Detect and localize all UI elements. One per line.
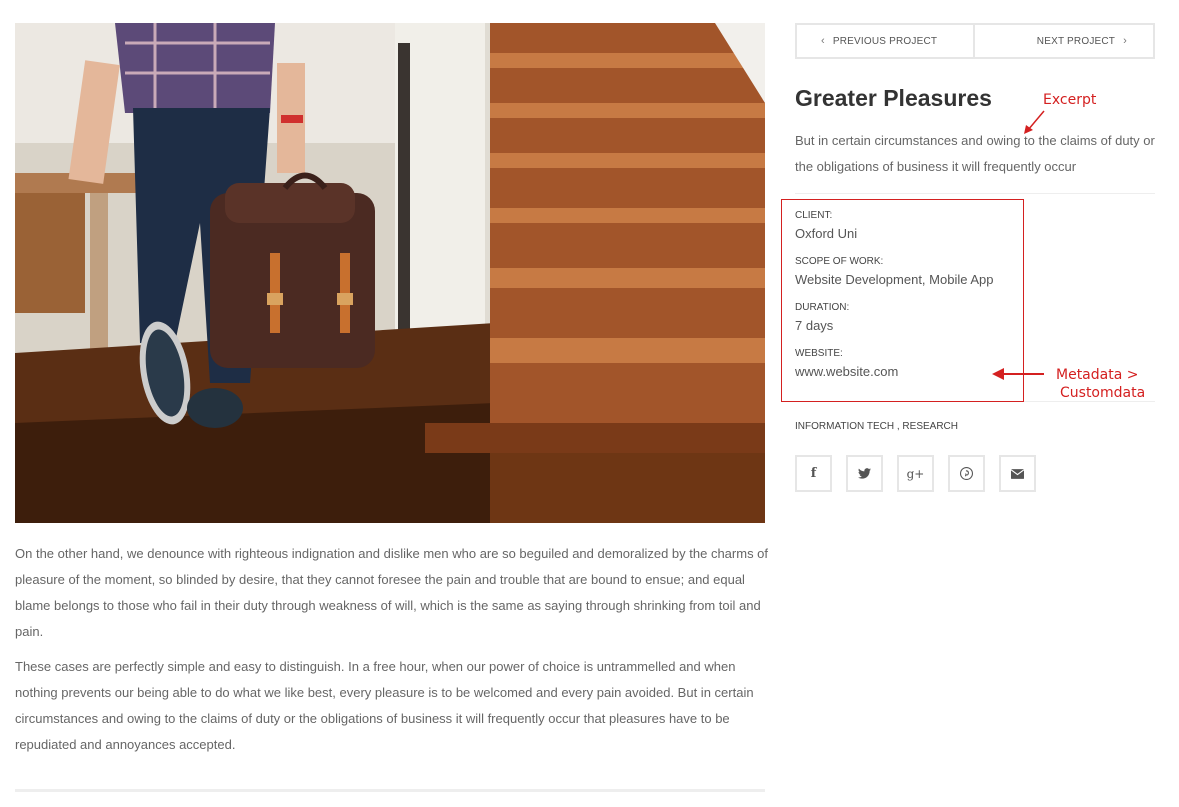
project-description: On the other hand, we denounce with righ… xyxy=(15,541,775,767)
excerpt-annotation-label: Excerpt xyxy=(1043,92,1097,108)
excerpt-divider xyxy=(795,193,1155,194)
facebook-share-button[interactable]: f xyxy=(795,455,832,492)
pinterest-icon xyxy=(960,467,973,480)
metadata-highlight-box xyxy=(781,199,1024,402)
metadata-annotation-line-2: Customdata xyxy=(1060,385,1146,401)
next-project-label: NEXT PROJECT xyxy=(1036,35,1116,47)
share-buttons: f g+ xyxy=(795,455,1036,492)
metadata-annotation-arrow xyxy=(992,368,1044,380)
metadata-annotation-line-1: Metadata > xyxy=(1056,367,1139,383)
project-hero-image xyxy=(15,23,765,523)
category-link-information-tech[interactable]: INFORMATION TECH xyxy=(795,421,894,432)
project-excerpt: But in certain circumstances and owing t… xyxy=(795,133,1155,174)
previous-project-label: PREVIOUS PROJECT xyxy=(832,35,938,47)
description-paragraph-2: These cases are perfectly simple and eas… xyxy=(15,659,754,752)
project-navigation: ‹ PREVIOUS PROJECT NEXT PROJECT › xyxy=(795,23,1155,59)
google-plus-share-button[interactable]: g+ xyxy=(897,455,934,492)
chevron-right-icon: › xyxy=(1123,35,1127,47)
chevron-left-icon: ‹ xyxy=(821,35,825,47)
category-link-research[interactable]: RESEARCH xyxy=(902,421,958,432)
description-paragraph-1: On the other hand, we denounce with righ… xyxy=(15,546,769,639)
twitter-icon xyxy=(858,468,871,479)
project-title: Greater Pleasures xyxy=(795,85,992,111)
project-sidebar: ‹ PREVIOUS PROJECT NEXT PROJECT › Greate… xyxy=(795,23,1155,492)
twitter-share-button[interactable] xyxy=(846,455,883,492)
project-categories: INFORMATION TECH , RESEARCH xyxy=(795,421,958,432)
excerpt-annotation-arrow xyxy=(1024,110,1045,134)
pinterest-share-button[interactable] xyxy=(948,455,985,492)
facebook-icon: f xyxy=(810,466,817,481)
content-divider xyxy=(15,789,765,792)
email-share-button[interactable] xyxy=(999,455,1036,492)
google-plus-icon: g+ xyxy=(906,466,925,481)
metadata-annotation-label: Metadata > Customdata xyxy=(1056,366,1145,402)
previous-project-button[interactable]: ‹ PREVIOUS PROJECT xyxy=(797,25,975,57)
email-icon xyxy=(1011,468,1024,479)
next-project-button[interactable]: NEXT PROJECT › xyxy=(975,25,1153,57)
